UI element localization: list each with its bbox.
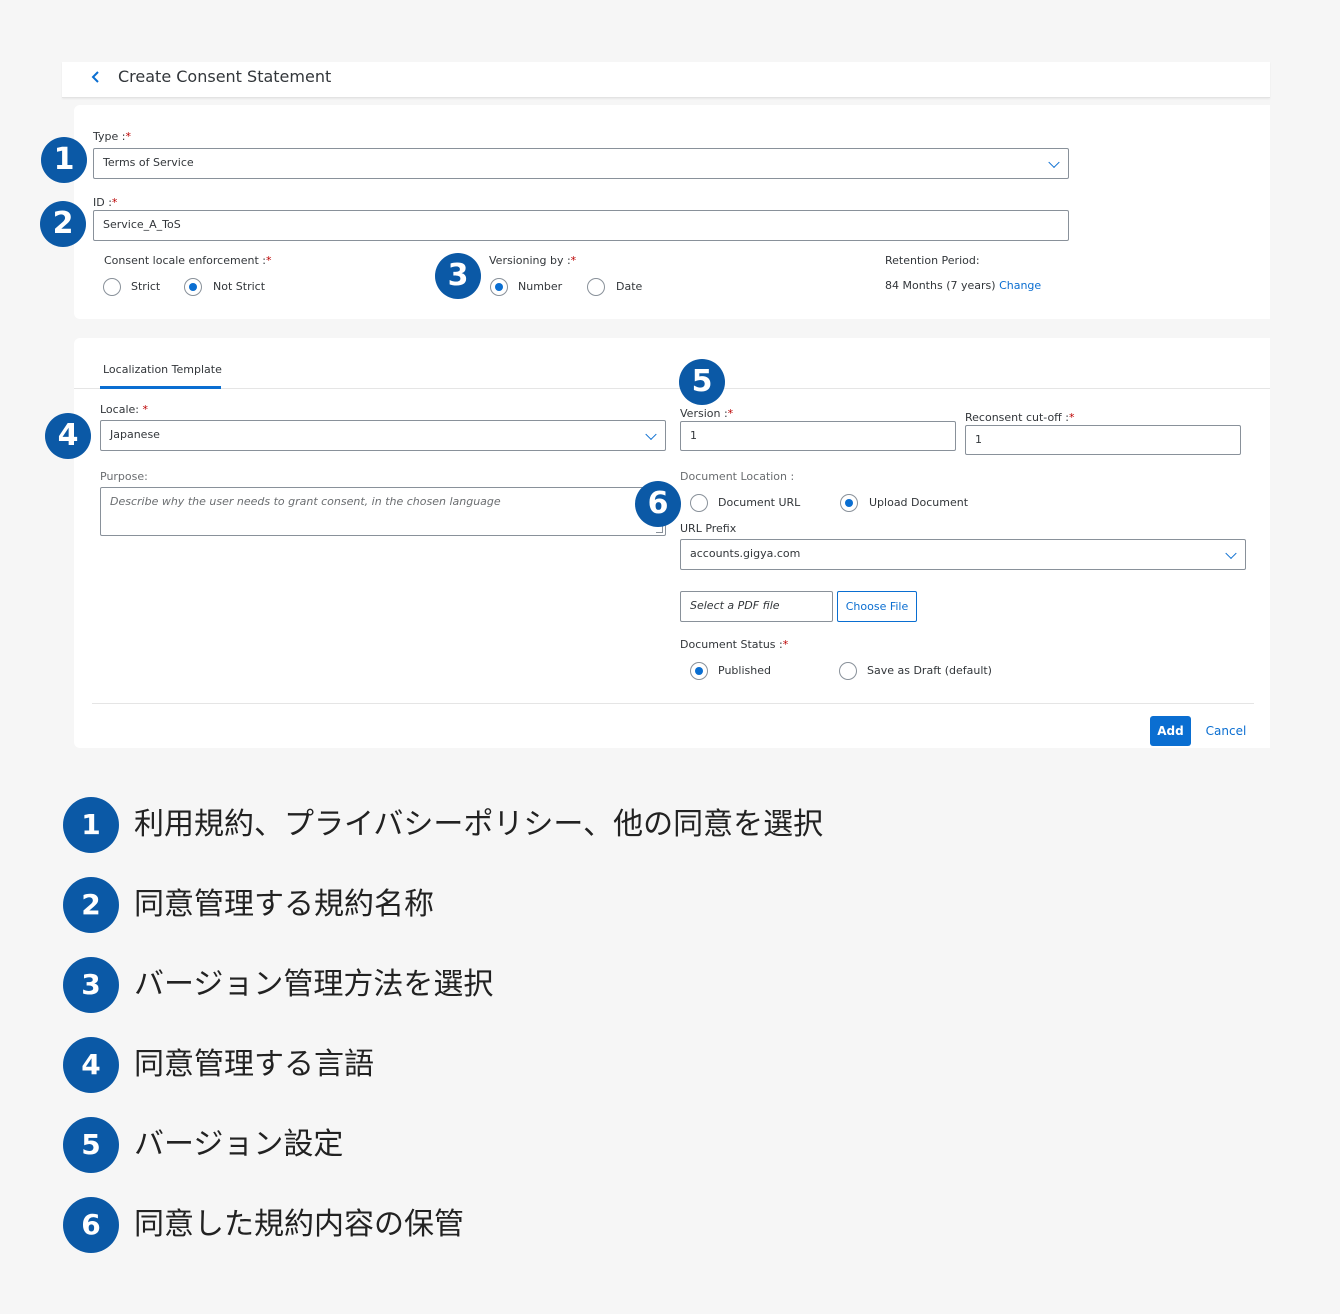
retention-value: 84 Months (7 years) Change — [885, 279, 1042, 292]
save-as-draft-radio-label: Save as Draft (default) — [867, 664, 992, 677]
number-radio[interactable] — [490, 278, 508, 296]
strict-radio[interactable] — [103, 278, 121, 296]
chevron-down-icon — [645, 428, 657, 440]
purpose-label: Purpose: — [100, 470, 148, 483]
legend-text-2: 同意管理する規約名称 — [134, 887, 434, 922]
legend-text-1: 利用規約、プライバシーポリシー、他の同意を選択 — [134, 807, 824, 842]
upload-document-radio[interactable] — [840, 494, 858, 512]
legend-badge-2: 2 — [63, 877, 119, 933]
reconsent-label: Reconsent cut-off :* — [965, 411, 1075, 424]
resize-handle-icon[interactable] — [656, 526, 663, 533]
legend-badge-3: 3 — [63, 957, 119, 1013]
doc-location-label: Document Location : — [680, 470, 795, 483]
legend-badge-4: 4 — [63, 1037, 119, 1093]
add-button[interactable]: Add — [1150, 716, 1191, 746]
locale-select[interactable]: Japanese — [100, 420, 666, 451]
id-input[interactable]: Service_A_ToS — [93, 210, 1069, 241]
date-radio-label: Date — [616, 280, 643, 293]
url-prefix-label: URL Prefix — [680, 522, 737, 535]
not-strict-radio-label: Not Strict — [213, 280, 266, 293]
pdf-file-input[interactable]: Select a PDF file — [680, 591, 833, 622]
callout-badge-4: 4 — [45, 413, 91, 459]
callout-badge-2: 2 — [40, 201, 86, 247]
footer-divider — [92, 703, 1254, 704]
type-label: Type :* — [93, 130, 131, 143]
versioning-label: Versioning by :* — [489, 254, 577, 267]
page-title: Create Consent Statement — [118, 67, 332, 86]
save-as-draft-radio[interactable] — [839, 662, 857, 680]
type-select[interactable]: Terms of Service — [93, 148, 1069, 179]
chevron-down-icon — [1048, 156, 1060, 168]
published-radio-label: Published — [718, 664, 771, 677]
legend-badge-5: 5 — [63, 1117, 119, 1173]
document-url-radio[interactable] — [690, 494, 708, 512]
published-radio[interactable] — [690, 662, 708, 680]
version-label: Version :* — [680, 407, 734, 420]
legend-text-5: バージョン設定 — [134, 1127, 344, 1162]
callout-badge-5: 5 — [679, 359, 725, 405]
legend-badge-1: 1 — [63, 797, 119, 853]
tab-localization-template[interactable]: Localization Template — [103, 363, 222, 377]
legend-text-4: 同意管理する言語 — [134, 1047, 374, 1082]
strict-radio-label: Strict — [131, 280, 161, 293]
document-url-radio-label: Document URL — [718, 496, 801, 509]
legend-text-3: バージョン管理方法を選択 — [134, 967, 494, 1002]
not-strict-radio[interactable] — [184, 278, 202, 296]
choose-file-button[interactable]: Choose File — [837, 591, 917, 622]
tab-separator — [74, 388, 1270, 389]
reconsent-input[interactable]: 1 — [965, 425, 1241, 455]
enforcement-label: Consent locale enforcement :* — [104, 254, 272, 267]
date-radio[interactable] — [587, 278, 605, 296]
locale-label: Locale: * — [100, 403, 148, 416]
callout-badge-1: 1 — [41, 137, 87, 183]
url-prefix-select[interactable]: accounts.gigya.com — [680, 539, 1246, 570]
chevron-left-icon[interactable] — [90, 67, 106, 87]
legend-badge-6: 6 — [63, 1197, 119, 1253]
purpose-textarea[interactable]: Describe why the user needs to grant con… — [100, 487, 666, 536]
legend-text-6: 同意した規約内容の保管 — [134, 1207, 464, 1242]
id-label: ID :* — [93, 196, 118, 209]
active-tab-indicator — [100, 386, 221, 389]
retention-label: Retention Period: — [885, 254, 980, 267]
version-input[interactable]: 1 — [680, 421, 956, 451]
number-radio-label: Number — [518, 280, 563, 293]
callout-badge-3: 3 — [435, 253, 481, 299]
chevron-down-icon — [1225, 547, 1237, 559]
retention-change-link[interactable]: Change — [999, 279, 1041, 292]
upload-document-radio-label: Upload Document — [869, 496, 969, 509]
callout-badge-6: 6 — [635, 481, 681, 527]
cancel-button[interactable]: Cancel — [1200, 716, 1252, 746]
doc-status-label: Document Status :* — [680, 638, 789, 651]
